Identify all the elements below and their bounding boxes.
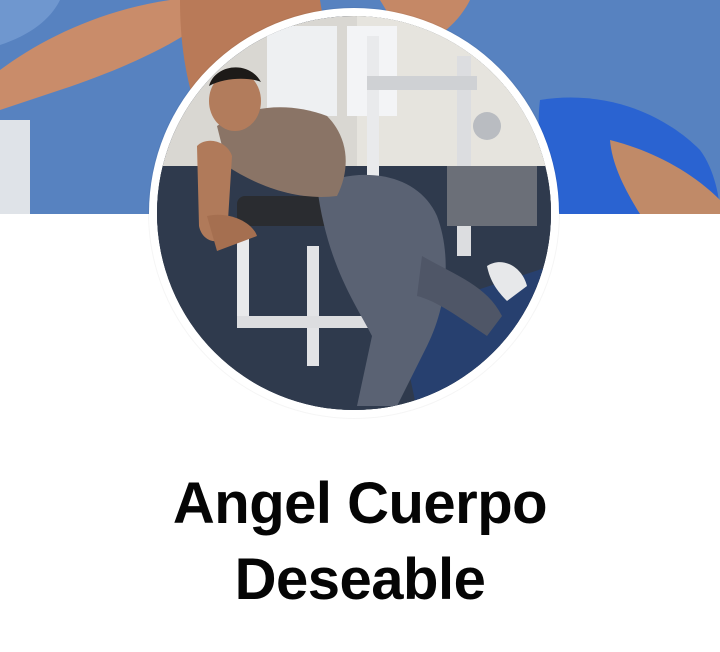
avatar[interactable] <box>149 8 559 418</box>
profile-name-line1: Angel Cuerpo <box>172 471 548 536</box>
profile-header: Angel Cuerpo Deseable <box>0 0 720 652</box>
profile-name-line2: Deseable <box>234 547 486 612</box>
profile-photo <box>157 16 551 410</box>
profile-name: Angel Cuerpo Deseable <box>0 466 720 618</box>
profile-photo-image <box>157 16 551 410</box>
